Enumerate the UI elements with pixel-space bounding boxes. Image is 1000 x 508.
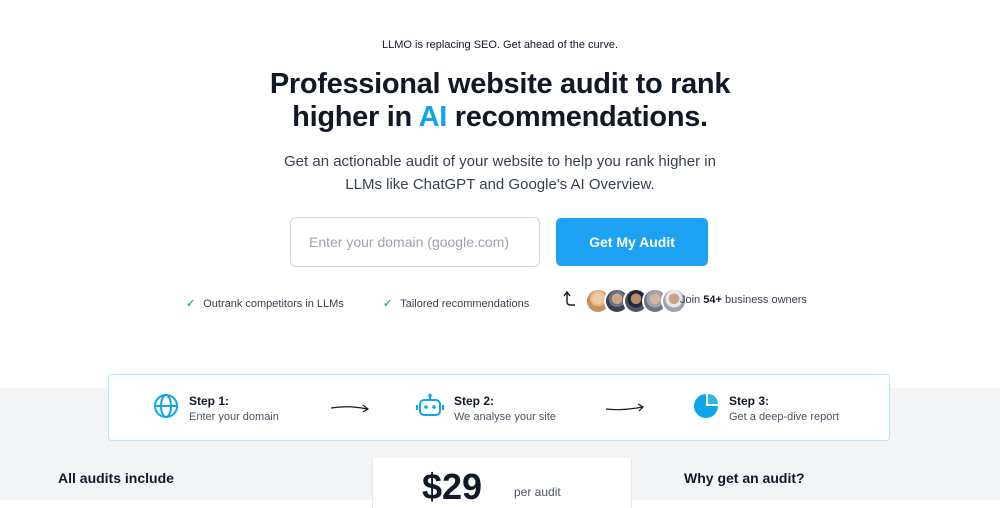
price-card [372,458,632,508]
price-unit: per audit [514,485,561,499]
check-icon: ✓ [383,298,393,310]
step-3: Step 3: Get a deep-dive report [693,393,839,425]
step-2: Step 2: We analyse your site [416,393,556,425]
subtitle-line-2: LLMs like ChatGPT and Google's AI Overvi… [345,176,655,193]
eyebrow-text: LLMO is replacing SEO. Get ahead of the … [381,39,618,51]
curved-arrow-icon [563,290,575,306]
step-description: Enter your domain [189,411,279,423]
includes-heading: All audits include [58,470,174,486]
pie-chart-icon [694,394,718,418]
robot-icon [416,393,444,416]
headline-accent: AI [418,101,448,133]
subtitle: Get an actionable audit of your website … [0,150,1000,196]
subtitle-line-1: Get an actionable audit of your website … [284,153,716,170]
headline-line-2-pre: higher in [292,101,419,133]
social-proof-count: 54+ [703,294,722,306]
arrow-right-icon [330,404,370,413]
headline-line-2-post: recommendations. [447,101,708,133]
benefit-label: Tailored recommendations [400,297,530,310]
domain-input[interactable] [290,217,540,267]
check-icon: ✓ [186,298,196,310]
benefit-label: Outrank competitors in LLMs [203,297,344,310]
arrow-right-icon [605,403,644,412]
headline-line-1: Professional website audit to rank [269,68,731,100]
step-title: Step 2: [454,394,495,408]
benefit-item: ✓ Outrank competitors in LLMs [186,297,344,311]
why-heading: Why get an audit? [684,470,805,486]
get-audit-button[interactable]: Get My Audit [556,218,708,266]
step-description: Get a deep-dive report [729,411,840,423]
steps-card: Step 1: Enter your domain Step 2: We ana… [108,374,890,441]
headline-line-2: higher in AI recommendations. [0,101,1000,134]
social-proof-prefix: Join [680,294,704,306]
avatar-stack [585,288,687,314]
step-1: Step 1: Enter your domain [153,393,279,425]
page-title: Professional website audit to rank highe… [0,68,1000,134]
social-proof-text: Join 54+ business owners [680,294,807,306]
social-proof-suffix: business owners [721,294,807,306]
price-amount: $29 [422,466,483,507]
step-description: We analyse your site [454,411,556,423]
benefit-item: ✓ Tailored recommendations [383,297,530,311]
step-title: Step 1: [189,394,230,408]
globe-icon [154,394,178,418]
step-title: Step 3: [729,394,770,408]
